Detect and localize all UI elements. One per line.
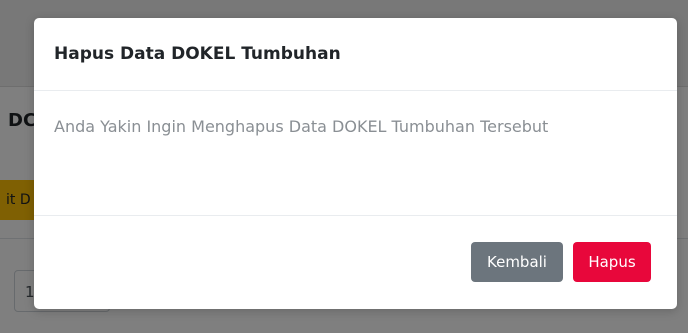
delete-button[interactable]: Hapus (573, 242, 651, 282)
modal-title: Hapus Data DOKEL Tumbuhan (54, 44, 341, 64)
back-button[interactable]: Kembali (471, 242, 563, 282)
modal-message: Anda Yakin Ingin Menghapus Data DOKEL Tu… (54, 117, 549, 136)
modal-body: Anda Yakin Ingin Menghapus Data DOKEL Tu… (34, 91, 677, 216)
delete-confirm-modal: Hapus Data DOKEL Tumbuhan Anda Yakin Ing… (34, 18, 677, 309)
modal-header: Hapus Data DOKEL Tumbuhan (34, 18, 677, 91)
modal-footer: Kembali Hapus (34, 216, 677, 308)
